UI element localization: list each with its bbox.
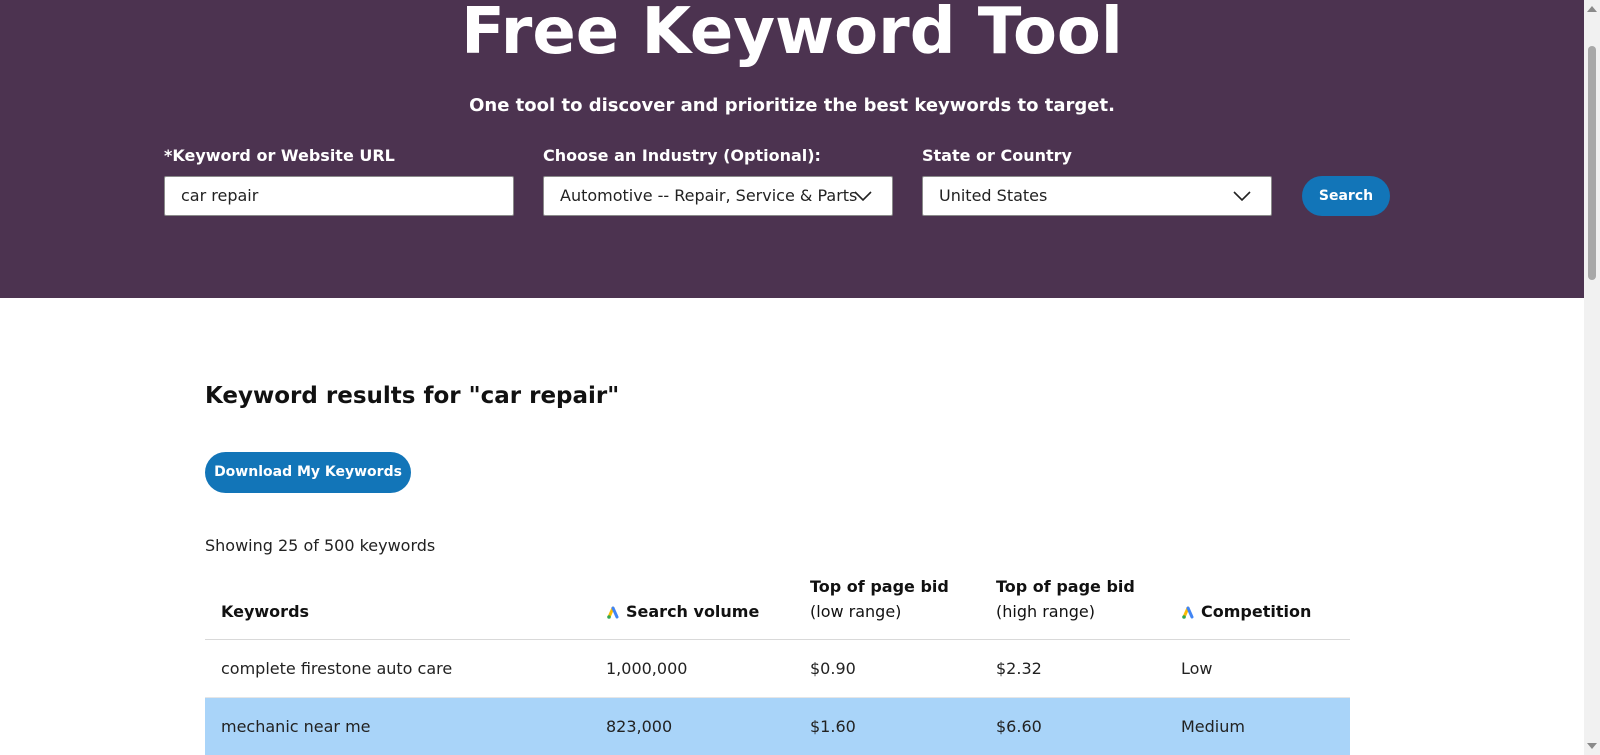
cell-competition: Medium (1181, 717, 1245, 736)
keyword-label: *Keyword or Website URL (164, 146, 395, 165)
page-scrollbar[interactable] (1584, 0, 1600, 755)
cell-competition: Low (1181, 659, 1213, 678)
bid-low-header-title: Top of page bid (810, 577, 949, 596)
cell-bid-high: $2.32 (996, 659, 1042, 678)
keyword-input[interactable]: car repair (164, 176, 514, 216)
hero-banner: Free Keyword Tool One tool to discover a… (0, 0, 1584, 298)
keyword-results-table: Keywords Search volume Top of page bid (… (205, 570, 1350, 755)
google-ads-icon (1181, 601, 1195, 626)
chevron-down-icon (852, 177, 874, 215)
cell-search-volume: 1,000,000 (606, 659, 688, 678)
download-keywords-button[interactable]: Download My Keywords (205, 452, 411, 493)
bid-low-header-sub: (low range) (810, 602, 902, 621)
industry-label: Choose an Industry (Optional): (543, 146, 821, 165)
scrollbar-thumb[interactable] (1588, 46, 1596, 280)
location-select-value: United States (939, 186, 1048, 205)
column-header-bid-high[interactable]: Top of page bid (high range) (996, 574, 1135, 624)
scroll-down-arrow-icon[interactable] (1587, 743, 1597, 749)
cell-search-volume: 823,000 (606, 717, 673, 736)
page-subtitle: One tool to discover and prioritize the … (469, 95, 1115, 116)
cell-keyword: complete firestone auto care (221, 659, 453, 678)
column-header-bid-low[interactable]: Top of page bid (low range) (810, 574, 949, 624)
cell-keyword: mechanic near me (221, 717, 371, 736)
table-header: Keywords Search volume Top of page bid (… (205, 570, 1350, 640)
cell-bid-low: $0.90 (810, 659, 856, 678)
industry-select-value: Automotive -- Repair, Service & Parts (560, 186, 858, 205)
page-title: Free Keyword Tool (461, 0, 1123, 69)
google-ads-icon (606, 601, 620, 626)
competition-header-label: Competition (1201, 602, 1312, 621)
bid-high-header-sub: (high range) (996, 602, 1095, 621)
search-volume-header-label: Search volume (626, 602, 760, 621)
results-count: Showing 25 of 500 keywords (205, 536, 436, 555)
location-select[interactable]: United States (922, 176, 1272, 216)
results-title: Keyword results for "car repair" (205, 383, 620, 409)
column-header-keywords[interactable]: Keywords (221, 599, 309, 624)
column-header-search-volume[interactable]: Search volume (606, 599, 759, 626)
cell-bid-low: $1.60 (810, 717, 856, 736)
industry-select[interactable]: Automotive -- Repair, Service & Parts (543, 176, 893, 216)
table-row[interactable]: complete firestone auto care 1,000,000 $… (205, 640, 1350, 698)
location-label: State or Country (922, 146, 1072, 165)
keyword-input-value: car repair (181, 186, 259, 205)
scroll-up-arrow-icon[interactable] (1587, 6, 1597, 12)
column-header-competition[interactable]: Competition (1181, 599, 1311, 626)
search-button[interactable]: Search (1302, 176, 1390, 216)
bid-high-header-title: Top of page bid (996, 577, 1135, 596)
table-row[interactable]: mechanic near me 823,000 $1.60 $6.60 Med… (205, 698, 1350, 755)
chevron-down-icon (1231, 177, 1253, 215)
cell-bid-high: $6.60 (996, 717, 1042, 736)
